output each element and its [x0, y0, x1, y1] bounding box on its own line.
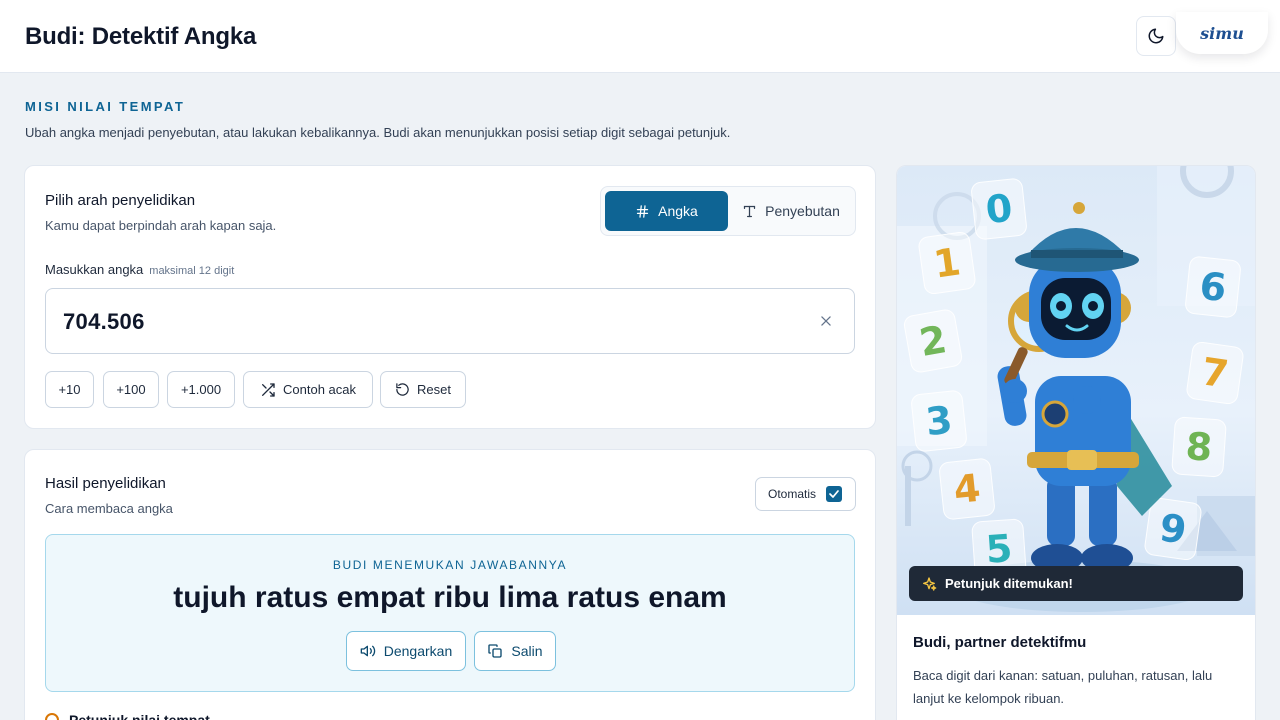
- robot-detective-icon: [997, 202, 1172, 572]
- app-title: Budi: Detektif Angka: [25, 23, 257, 50]
- direction-title: Pilih arah penyelidikan: [45, 192, 196, 209]
- app-header: Budi: Detektif Angka simu: [0, 0, 1280, 73]
- mascot-card: 0 1 2 3 4 5 6 7 8 9 Petunjuk ditemukan! …: [896, 165, 1256, 720]
- answer-kicker: BUDI MENEMUKAN JAWABANNYA: [332, 558, 568, 572]
- clue-found-text: Petunjuk ditemukan!: [945, 576, 1073, 591]
- moon-icon: [1148, 28, 1164, 44]
- mascot-illustration: 0 1 2 3 4 5 6 7 8 9 Petunjuk ditemukan!: [897, 166, 1255, 615]
- random-example-label: Contoh acak: [283, 382, 356, 397]
- mode-switch: Angka Penyebutan: [600, 186, 856, 236]
- reset-icon: [396, 383, 409, 396]
- direction-card: Pilih arah penyelidikan Kamu dapat berpi…: [24, 165, 876, 429]
- result-card: Hasil penyelidikan Cara membaca angka Ot…: [24, 449, 876, 720]
- answer-text: tujuh ratus empat ribu lima ratus enam: [173, 581, 727, 614]
- add-100-button[interactable]: +100: [103, 371, 159, 408]
- mode-words-label: Penyebutan: [765, 203, 840, 219]
- check-icon: [829, 490, 839, 498]
- mascot-title: Budi, partner detektifmu: [913, 634, 1087, 651]
- auto-checkbox[interactable]: [826, 486, 843, 502]
- clear-input-button[interactable]: [816, 311, 836, 331]
- auto-toggle[interactable]: Otomatis: [755, 477, 856, 511]
- mode-number-button[interactable]: Angka: [605, 191, 728, 231]
- brand-logo[interactable]: simu: [1176, 12, 1268, 54]
- number-input[interactable]: 704.506: [45, 288, 855, 354]
- logo-text: simu: [1200, 23, 1244, 43]
- shuffle-icon: [262, 382, 275, 397]
- close-icon: [821, 316, 831, 326]
- theme-toggle-button[interactable]: [1136, 16, 1176, 56]
- random-example-button[interactable]: Contoh acak: [243, 371, 373, 408]
- sparkle-icon: [923, 576, 937, 591]
- reset-button[interactable]: Reset: [380, 371, 466, 408]
- direction-subtitle: Kamu dapat berpindah arah kapan saja.: [45, 218, 277, 233]
- number-input-value[interactable]: 704.506: [63, 309, 145, 335]
- number-input-label: Masukkan angka maksimal 12 digit: [45, 262, 234, 277]
- number-input-label-text: Masukkan angka: [45, 262, 144, 277]
- add-1000-button[interactable]: +1.000: [167, 371, 235, 408]
- add-10-button[interactable]: +10: [45, 371, 94, 408]
- mission-kicker: MISI NILAI TEMPAT: [25, 99, 186, 114]
- speaker-icon: [360, 645, 375, 657]
- listen-label: Dengarkan: [383, 643, 453, 659]
- digit-tile-2: 2: [902, 307, 964, 375]
- clue-icon: [45, 713, 59, 720]
- digit-tile-3: 3: [910, 389, 968, 453]
- result-subtitle: Cara membaca angka: [45, 501, 173, 516]
- number-input-hint: maksimal 12 digit: [149, 265, 235, 277]
- auto-toggle-label: Otomatis: [768, 487, 817, 501]
- mascot-description: Baca digit dari kanan: satuan, puluhan, …: [913, 668, 1213, 706]
- text-icon: [744, 205, 756, 217]
- copy-icon: [488, 644, 503, 658]
- mode-number-label: Angka: [658, 203, 698, 219]
- listen-button[interactable]: Dengarkan: [346, 631, 466, 671]
- place-value-section-header: Petunjuk nilai tempat: [45, 712, 210, 720]
- mode-words-button[interactable]: Penyebutan: [731, 191, 851, 231]
- answer-panel: BUDI MENEMUKAN JAWABANNYA tujuh ratus em…: [45, 534, 855, 692]
- copy-button[interactable]: Salin: [474, 631, 556, 671]
- clue-found-badge: Petunjuk ditemukan!: [909, 566, 1243, 601]
- result-title: Hasil penyelidikan: [45, 475, 166, 492]
- place-value-section-title: Petunjuk nilai tempat: [69, 712, 210, 720]
- mission-description: Ubah angka menjadi penyebutan, atau laku…: [25, 125, 731, 140]
- reset-label: Reset: [417, 382, 451, 397]
- copy-label: Salin: [511, 643, 543, 659]
- hash-icon: [637, 204, 649, 218]
